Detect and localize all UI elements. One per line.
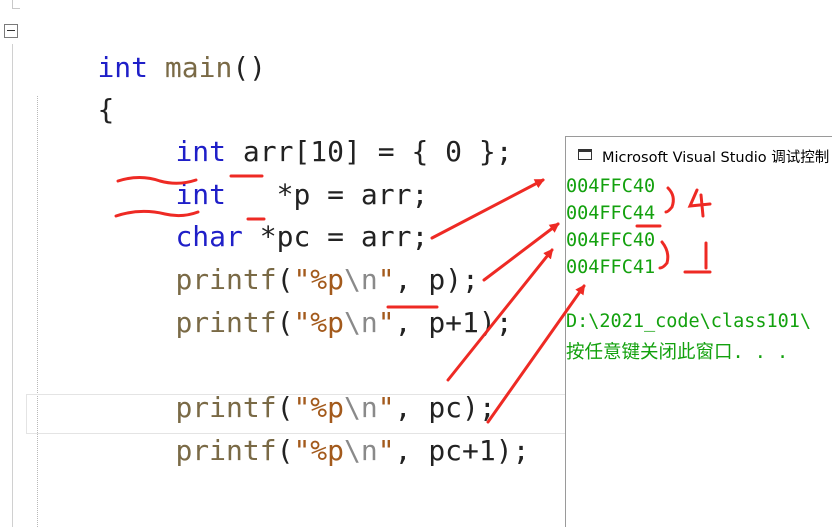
handwritten-four <box>687 188 712 218</box>
brace-2 <box>658 240 670 270</box>
brace-1 <box>664 186 675 214</box>
underline-char <box>114 209 200 218</box>
arrow-1 <box>430 178 545 240</box>
handwritten-annotations <box>114 174 712 424</box>
arrow-4 <box>486 284 586 424</box>
arrow-2 <box>482 222 560 282</box>
underline-int <box>116 176 198 185</box>
